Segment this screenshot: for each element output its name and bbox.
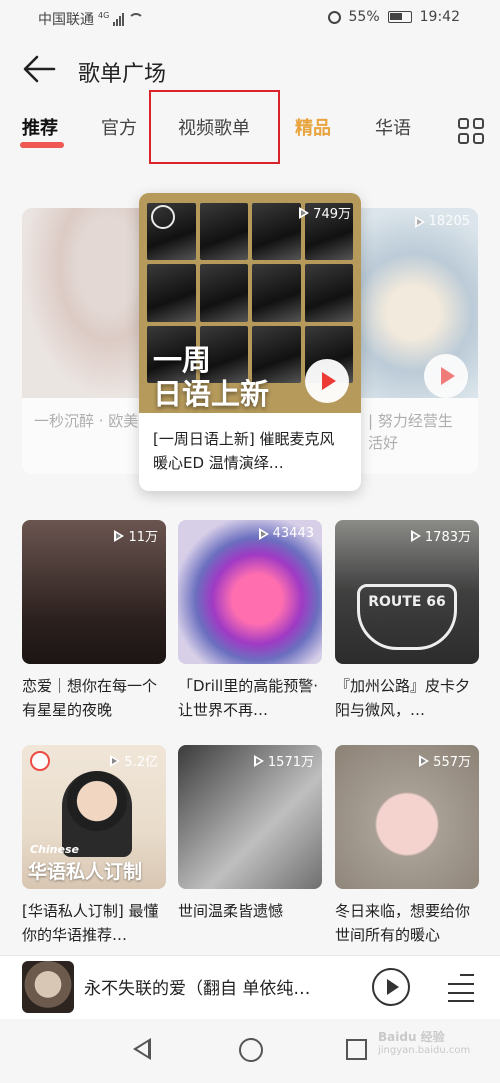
play-count-icon (410, 529, 421, 542)
netease-logo-icon (151, 205, 175, 229)
nav-recents-icon[interactable] (346, 1039, 367, 1060)
cover-image: 5.2亿 Chinese 华语私人订制 (22, 745, 166, 889)
play-count-value: 43443 (272, 526, 314, 541)
playlist-title: [华语私人订制] 最懂你的华语推荐… (22, 902, 159, 944)
back-arrow-icon[interactable] (22, 54, 56, 84)
cover-image: 43443 (178, 520, 322, 664)
cover-overlay-text: 华语私人订制 (28, 861, 143, 883)
play-count: 1783万 (410, 526, 471, 545)
now-playing-title[interactable]: 永不失联的爱（翻自 单依纯… (84, 974, 310, 999)
play-count-icon (110, 754, 121, 767)
play-count-icon (114, 529, 125, 542)
play-button[interactable] (424, 354, 468, 398)
playlist-card[interactable]: 5.2亿 Chinese 华语私人订制 [华语私人订制] 最懂你的华语推荐… (22, 745, 166, 947)
play-count-icon (253, 754, 264, 767)
play-count-icon (258, 527, 269, 540)
annotation-highlight-box (149, 90, 280, 164)
cover-image: 557万 (335, 745, 479, 889)
wifi-icon (128, 13, 145, 25)
play-count-value: 18205 (428, 214, 470, 229)
playlist-card[interactable]: 43443 「Drill里的高能预警·让世界不再… (178, 520, 322, 722)
watermark-sub: jingyan.baidu.com (378, 1045, 471, 1056)
network-type: 4G (98, 10, 110, 20)
status-bar: 中国联通 4G 55% 19:42 (0, 0, 500, 36)
play-count-value: 557万 (433, 755, 471, 770)
alarm-icon (327, 10, 341, 24)
play-count-value: 1783万 (424, 530, 471, 545)
tab-premium[interactable]: 精品 (295, 114, 331, 140)
play-count-icon (299, 206, 310, 219)
play-count: 18205 (414, 214, 470, 229)
cover-image: 749万 一周 日语上新 (139, 193, 361, 413)
play-count: 5.2亿 (110, 751, 158, 770)
play-pause-button[interactable] (372, 968, 410, 1006)
signal-icon (113, 12, 125, 26)
active-tab-indicator (20, 142, 64, 148)
watermark: Baidu 经验 jingyan.baidu.com (378, 1030, 470, 1058)
playlist-title: 「Drill里的高能预警·让世界不再… (178, 677, 318, 719)
play-count: 43443 (258, 526, 314, 541)
netease-logo-icon (30, 751, 50, 771)
carrier-label: 中国联通 (38, 12, 94, 28)
carousel-card-featured[interactable]: 749万 一周 日语上新 [一周日语上新] 催眠麦克风暖心ED 温情演绎… (139, 193, 361, 491)
playlist-title: [一周日语上新] 催眠麦克风暖心ED 温情演绎… (153, 430, 335, 472)
now-playing-cover[interactable] (22, 961, 74, 1013)
playlist-card[interactable]: 11万 恋爱｜想你在每一个有星星的夜晚 (22, 520, 166, 722)
cover-image: 1783万 ROUTE 66 (335, 520, 479, 664)
playlist-title: 『加州公路』皮卡夕阳与微风，… (335, 677, 471, 719)
play-button[interactable] (305, 359, 349, 403)
all-categories-icon[interactable] (458, 118, 484, 144)
play-count-icon (419, 754, 430, 767)
playlist-title: 冬日来临，想要给你世间所有的暖心 (335, 902, 471, 944)
playlist-card[interactable]: 1783万 ROUTE 66 『加州公路』皮卡夕阳与微风，… (335, 520, 479, 722)
playlist-queue-icon[interactable] (448, 972, 474, 1002)
overlay-text: 一周 日语上新 (153, 343, 270, 411)
playlist-title: 世间温柔皆遗憾 (178, 902, 284, 920)
title-bar: 歌单广场 (0, 44, 500, 96)
play-count: 11万 (114, 526, 158, 545)
play-count: 1571万 (253, 751, 314, 770)
route-66-sign: ROUTE 66 (357, 584, 457, 650)
tab-recommend[interactable]: 推荐 (22, 114, 58, 140)
route-66-text: ROUTE 66 (368, 594, 446, 610)
play-count: 749万 (299, 203, 351, 222)
cover-image: 1571万 (178, 745, 322, 889)
page-title: 歌单广场 (78, 62, 167, 87)
playlist-card[interactable]: 557万 冬日来临，想要给你世间所有的暖心 (335, 745, 479, 947)
play-count-icon (414, 215, 425, 228)
tab-chinese[interactable]: 华语 (375, 114, 411, 140)
playlist-card[interactable]: 1571万 世间温柔皆遗憾 (178, 745, 322, 947)
play-count-value: 11万 (128, 530, 158, 545)
play-count-value: 1571万 (267, 755, 314, 770)
mini-player[interactable]: 永不失联的爱（翻自 单依纯… (0, 955, 500, 1019)
nav-back-icon[interactable] (133, 1038, 151, 1060)
clock: 19:42 (419, 9, 460, 25)
play-count-value: 749万 (313, 207, 351, 222)
play-count-value: 5.2亿 (124, 755, 158, 770)
watermark-main: Baidu 经验 (378, 1030, 445, 1044)
cover-overlay-text: 一周 日语上新 (153, 343, 269, 411)
play-count: 557万 (419, 751, 471, 770)
tab-official[interactable]: 官方 (101, 114, 137, 140)
battery-percent: 55% (348, 9, 380, 25)
playlist-title: 恋爱｜想你在每一个有星星的夜晚 (22, 677, 158, 719)
cover-image: 11万 (22, 520, 166, 664)
battery-icon (387, 11, 412, 23)
cover-subtitle: Chinese (30, 843, 79, 856)
nav-home-icon[interactable] (239, 1038, 263, 1062)
